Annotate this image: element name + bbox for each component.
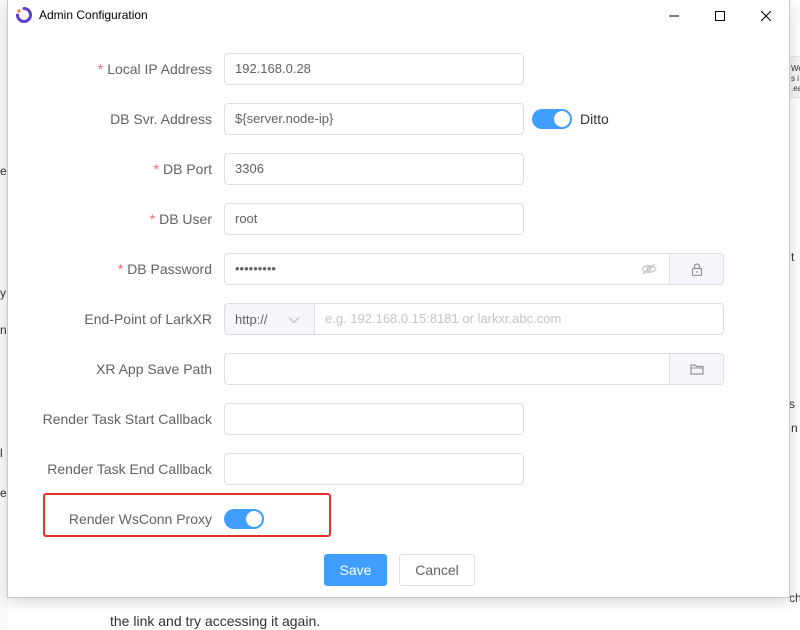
- label-text: DB Port: [162, 161, 212, 177]
- db-server-row: DB Svr. Address ${server.node-ip} Ditto: [8, 103, 789, 135]
- label-text: DB User: [159, 211, 212, 227]
- endpoint-label: End-Point of LarkXR: [84, 311, 212, 327]
- db-password-row: * DB Password •••••••••: [8, 253, 789, 285]
- render-start-cb-row: Render Task Start Callback: [8, 403, 789, 435]
- xr-app-path-input[interactable]: [224, 353, 670, 385]
- label-text: Local IP Address: [107, 61, 212, 77]
- titlebar: Admin Configuration: [8, 0, 789, 31]
- minimize-icon: [669, 15, 679, 16]
- db-server-label: DB Svr. Address: [110, 111, 212, 127]
- bg-fragment: ch: [789, 591, 800, 605]
- render-wsconn-proxy-row: Render WsConn Proxy: [8, 503, 789, 535]
- local-ip-label: * Local IP Address: [98, 53, 212, 85]
- bg-fragment: l: [0, 446, 3, 460]
- db-user-label: * DB User: [150, 203, 212, 235]
- required-marker: *: [117, 261, 124, 277]
- db-password-group: •••••••••: [224, 253, 724, 285]
- cancel-button[interactable]: Cancel: [399, 554, 475, 586]
- render-wsconn-proxy-toggle[interactable]: [224, 509, 264, 529]
- bg-fragment: n: [791, 421, 798, 435]
- endpoint-row: End-Point of LarkXR http:// e.g. 192.168…: [8, 303, 789, 335]
- required-marker: *: [153, 161, 159, 177]
- bg-fragment: s i: [791, 74, 799, 83]
- render-end-cb-row: Render Task End Callback: [8, 453, 789, 485]
- background-window-left: er y n l ep: [0, 0, 13, 630]
- toggle-knob: [246, 511, 262, 527]
- eye-off-icon[interactable]: [641, 263, 657, 275]
- db-port-label: * DB Port: [154, 153, 212, 185]
- bg-fragment: n: [0, 323, 7, 337]
- password-mask: •••••••••: [235, 261, 276, 276]
- xr-app-path-group: [224, 353, 724, 385]
- folder-icon: [689, 364, 704, 375]
- ditto-toggle[interactable]: [532, 109, 572, 129]
- db-server-input[interactable]: ${server.node-ip}: [224, 103, 524, 135]
- bg-paragraph: the link and try accessing it again.: [110, 613, 321, 629]
- protocol-select[interactable]: http://: [224, 303, 315, 335]
- maximize-icon: [715, 10, 725, 21]
- local-ip-row: * Local IP Address 192.168.0.28: [8, 53, 789, 85]
- close-icon: [761, 10, 771, 21]
- render-wsconn-proxy-label: Render WsConn Proxy: [68, 511, 212, 527]
- lock-icon: [691, 262, 702, 276]
- db-password-label: * DB Password: [118, 253, 212, 285]
- render-start-cb-input[interactable]: [224, 403, 524, 435]
- label-text: DB Password: [127, 261, 212, 277]
- minimize-button[interactable]: [651, 0, 697, 31]
- ditto-label: Ditto: [580, 111, 609, 127]
- bg-fragment: s: [789, 397, 795, 411]
- endpoint-input[interactable]: e.g. 192.168.0.15:8181 or larkxr.abc.com: [314, 303, 724, 335]
- endpoint-placeholder: e.g. 192.168.0.15:8181 or larkxr.abc.com: [325, 311, 562, 326]
- db-user-row: * DB User root: [8, 203, 789, 235]
- admin-config-dialog: Admin Configuration * Local IP Address 19…: [8, 0, 789, 597]
- db-port-row: * DB Port 3306: [8, 153, 789, 185]
- bg-fragment: t: [791, 250, 795, 264]
- bg-fragment: .ea: [791, 84, 800, 93]
- maximize-button[interactable]: [697, 0, 743, 31]
- close-button[interactable]: [743, 0, 789, 31]
- browse-folder-button[interactable]: [669, 353, 724, 385]
- required-marker: *: [149, 211, 156, 227]
- bg-fragment: We: [791, 64, 800, 73]
- render-end-cb-input[interactable]: [224, 453, 524, 485]
- endpoint-group: http:// e.g. 192.168.0.15:8181 or larkxr…: [224, 303, 724, 335]
- render-start-cb-label: Render Task Start Callback: [42, 411, 212, 427]
- toggle-knob: [554, 111, 570, 127]
- background-window-right: We s i .ea t s n ch: [789, 0, 800, 630]
- render-end-cb-label: Render Task End Callback: [47, 461, 212, 477]
- save-button[interactable]: Save: [324, 554, 387, 586]
- window-title: Admin Configuration: [39, 8, 148, 22]
- local-ip-input[interactable]: 192.168.0.28: [224, 53, 524, 85]
- bg-fragment: y: [0, 286, 6, 300]
- lock-button[interactable]: [669, 253, 724, 285]
- protocol-value: http://: [235, 311, 268, 327]
- required-marker: *: [97, 61, 104, 77]
- xr-app-path-row: XR App Save Path: [8, 353, 789, 385]
- chevron-down-icon: [288, 317, 300, 324]
- db-password-input[interactable]: •••••••••: [224, 253, 670, 285]
- app-logo-icon: [16, 7, 32, 23]
- xr-app-path-label: XR App Save Path: [96, 361, 212, 377]
- db-user-input[interactable]: root: [224, 203, 524, 235]
- db-port-input[interactable]: 3306: [224, 153, 524, 185]
